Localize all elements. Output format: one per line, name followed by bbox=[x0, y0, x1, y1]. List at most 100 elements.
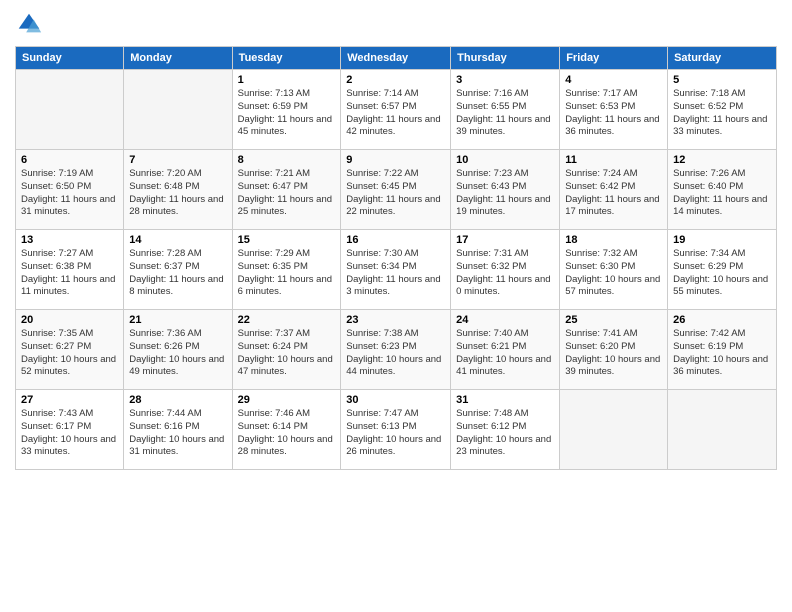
day-number: 16 bbox=[346, 234, 445, 246]
weekday-header-row: SundayMondayTuesdayWednesdayThursdayFrid… bbox=[16, 47, 777, 70]
calendar-cell: 7Sunrise: 7:20 AM Sunset: 6:48 PM Daylig… bbox=[124, 150, 232, 230]
day-info: Sunrise: 7:40 AM Sunset: 6:21 PM Dayligh… bbox=[456, 328, 554, 379]
calendar-week-row: 27 Sunrise: 7:43 AM Sunset: 6:17 PM Dayli… bbox=[16, 390, 777, 470]
calendar-cell: 29Sunrise: 7:46 AM Sunset: 6:14 PM Dayli… bbox=[232, 390, 341, 470]
day-info: Sunrise: 7:23 AM Sunset: 6:43 PM Dayligh… bbox=[456, 168, 554, 219]
calendar-cell: 8 Sunrise: 7:21 AM Sunset: 6:47 PM Daylig… bbox=[232, 150, 341, 230]
calendar-cell: 21 Sunrise: 7:36 AM Sunset: 6:26 PM Dayli… bbox=[124, 310, 232, 390]
day-number: 24 bbox=[456, 314, 554, 326]
calendar-cell: 11Sunrise: 7:24 AM Sunset: 6:42 PM Dayli… bbox=[560, 150, 668, 230]
calendar-cell: 17Sunrise: 7:31 AM Sunset: 6:32 PM Dayli… bbox=[451, 230, 560, 310]
day-number: 14 bbox=[129, 234, 226, 246]
calendar-week-row: 20 Sunrise: 7:35 AM Sunset: 6:27 PM Dayli… bbox=[16, 310, 777, 390]
calendar-cell: 16 Sunrise: 7:30 AM Sunset: 6:34 PM Dayli… bbox=[341, 230, 451, 310]
calendar-cell: 19 Sunrise: 7:34 AM Sunset: 6:29 PM Dayli… bbox=[668, 230, 777, 310]
day-info: Sunrise: 7:22 AM Sunset: 6:45 PM Dayligh… bbox=[346, 168, 445, 219]
day-number: 22 bbox=[238, 314, 336, 326]
day-info: Sunrise: 7:35 AM Sunset: 6:27 PM Dayligh… bbox=[21, 328, 118, 379]
calendar-cell: 22 Sunrise: 7:37 AM Sunset: 6:24 PM Dayli… bbox=[232, 310, 341, 390]
day-number: 13 bbox=[21, 234, 118, 246]
day-info: Sunrise: 7:28 AM Sunset: 6:37 PM Dayligh… bbox=[129, 248, 226, 299]
calendar-cell: 24 Sunrise: 7:40 AM Sunset: 6:21 PM Dayli… bbox=[451, 310, 560, 390]
day-info: Sunrise: 7:29 AM Sunset: 6:35 PM Dayligh… bbox=[238, 248, 336, 299]
calendar-week-row: 13 Sunrise: 7:27 AM Sunset: 6:38 PM Dayli… bbox=[16, 230, 777, 310]
day-number: 7 bbox=[129, 154, 226, 166]
day-info: Sunrise: 7:38 AM Sunset: 6:23 PM Dayligh… bbox=[346, 328, 445, 379]
day-number: 4 bbox=[565, 74, 662, 86]
day-info: Sunrise: 7:48 AM Sunset: 6:12 PM Dayligh… bbox=[456, 408, 554, 459]
day-info: Sunrise: 7:30 AM Sunset: 6:34 PM Dayligh… bbox=[346, 248, 445, 299]
calendar-cell: 27 Sunrise: 7:43 AM Sunset: 6:17 PM Dayli… bbox=[16, 390, 124, 470]
day-info: Sunrise: 7:36 AM Sunset: 6:26 PM Dayligh… bbox=[129, 328, 226, 379]
calendar-cell: 13 Sunrise: 7:27 AM Sunset: 6:38 PM Dayli… bbox=[16, 230, 124, 310]
calendar-cell: 2 Sunrise: 7:14 AM Sunset: 6:57 PM Daylig… bbox=[341, 70, 451, 150]
day-number: 27 bbox=[21, 394, 118, 406]
day-info: Sunrise: 7:44 AM Sunset: 6:16 PM Dayligh… bbox=[129, 408, 226, 459]
calendar-cell bbox=[560, 390, 668, 470]
calendar-week-row: 6 Sunrise: 7:19 AM Sunset: 6:50 PM Daylig… bbox=[16, 150, 777, 230]
day-info: Sunrise: 7:13 AM Sunset: 6:59 PM Dayligh… bbox=[238, 88, 336, 139]
calendar-cell: 6 Sunrise: 7:19 AM Sunset: 6:50 PM Daylig… bbox=[16, 150, 124, 230]
day-info: Sunrise: 7:16 AM Sunset: 6:55 PM Dayligh… bbox=[456, 88, 554, 139]
weekday-header: Wednesday bbox=[341, 47, 451, 70]
day-number: 25 bbox=[565, 314, 662, 326]
day-info: Sunrise: 7:37 AM Sunset: 6:24 PM Dayligh… bbox=[238, 328, 336, 379]
day-number: 2 bbox=[346, 74, 445, 86]
day-info: Sunrise: 7:27 AM Sunset: 6:38 PM Dayligh… bbox=[21, 248, 118, 299]
weekday-header: Saturday bbox=[668, 47, 777, 70]
calendar-cell: 30 Sunrise: 7:47 AM Sunset: 6:13 PM Dayli… bbox=[341, 390, 451, 470]
calendar-cell: 31 Sunrise: 7:48 AM Sunset: 6:12 PM Dayli… bbox=[451, 390, 560, 470]
day-number: 1 bbox=[238, 74, 336, 86]
header bbox=[15, 10, 777, 38]
day-info: Sunrise: 7:32 AM Sunset: 6:30 PM Dayligh… bbox=[565, 248, 662, 299]
day-info: Sunrise: 7:43 AM Sunset: 6:17 PM Dayligh… bbox=[21, 408, 118, 459]
day-info: Sunrise: 7:46 AM Sunset: 6:14 PM Dayligh… bbox=[238, 408, 336, 459]
calendar-cell: 10 Sunrise: 7:23 AM Sunset: 6:43 PM Dayli… bbox=[451, 150, 560, 230]
day-number: 15 bbox=[238, 234, 336, 246]
day-number: 10 bbox=[456, 154, 554, 166]
calendar-cell bbox=[668, 390, 777, 470]
day-info: Sunrise: 7:21 AM Sunset: 6:47 PM Dayligh… bbox=[238, 168, 336, 219]
day-number: 19 bbox=[673, 234, 771, 246]
day-number: 26 bbox=[673, 314, 771, 326]
calendar-cell: 5 Sunrise: 7:18 AM Sunset: 6:52 PM Daylig… bbox=[668, 70, 777, 150]
day-info: Sunrise: 7:24 AM Sunset: 6:42 PM Dayligh… bbox=[565, 168, 662, 219]
weekday-header: Friday bbox=[560, 47, 668, 70]
weekday-header: Sunday bbox=[16, 47, 124, 70]
calendar-week-row: 1 Sunrise: 7:13 AM Sunset: 6:59 PM Daylig… bbox=[16, 70, 777, 150]
calendar-cell: 9Sunrise: 7:22 AM Sunset: 6:45 PM Daylig… bbox=[341, 150, 451, 230]
calendar-cell: 14 Sunrise: 7:28 AM Sunset: 6:37 PM Dayli… bbox=[124, 230, 232, 310]
weekday-header: Thursday bbox=[451, 47, 560, 70]
calendar-cell bbox=[16, 70, 124, 150]
day-number: 12 bbox=[673, 154, 771, 166]
logo-icon bbox=[15, 10, 43, 38]
day-number: 23 bbox=[346, 314, 445, 326]
day-info: Sunrise: 7:34 AM Sunset: 6:29 PM Dayligh… bbox=[673, 248, 771, 299]
calendar-cell: 18 Sunrise: 7:32 AM Sunset: 6:30 PM Dayli… bbox=[560, 230, 668, 310]
calendar-cell: 23 Sunrise: 7:38 AM Sunset: 6:23 PM Dayli… bbox=[341, 310, 451, 390]
day-info: Sunrise: 7:47 AM Sunset: 6:13 PM Dayligh… bbox=[346, 408, 445, 459]
day-info: Sunrise: 7:19 AM Sunset: 6:50 PM Dayligh… bbox=[21, 168, 118, 219]
day-number: 31 bbox=[456, 394, 554, 406]
day-number: 30 bbox=[346, 394, 445, 406]
day-number: 20 bbox=[21, 314, 118, 326]
day-info: Sunrise: 7:41 AM Sunset: 6:20 PM Dayligh… bbox=[565, 328, 662, 379]
day-number: 18 bbox=[565, 234, 662, 246]
day-info: Sunrise: 7:14 AM Sunset: 6:57 PM Dayligh… bbox=[346, 88, 445, 139]
calendar-cell: 25 Sunrise: 7:41 AM Sunset: 6:20 PM Dayli… bbox=[560, 310, 668, 390]
day-number: 8 bbox=[238, 154, 336, 166]
calendar-table: SundayMondayTuesdayWednesdayThursdayFrid… bbox=[15, 46, 777, 470]
day-number: 6 bbox=[21, 154, 118, 166]
day-info: Sunrise: 7:18 AM Sunset: 6:52 PM Dayligh… bbox=[673, 88, 771, 139]
day-number: 21 bbox=[129, 314, 226, 326]
day-info: Sunrise: 7:26 AM Sunset: 6:40 PM Dayligh… bbox=[673, 168, 771, 219]
calendar-cell: 4Sunrise: 7:17 AM Sunset: 6:53 PM Daylig… bbox=[560, 70, 668, 150]
day-number: 5 bbox=[673, 74, 771, 86]
calendar-cell: 26Sunrise: 7:42 AM Sunset: 6:19 PM Dayli… bbox=[668, 310, 777, 390]
calendar-cell: 20 Sunrise: 7:35 AM Sunset: 6:27 PM Dayli… bbox=[16, 310, 124, 390]
calendar-cell bbox=[124, 70, 232, 150]
day-number: 28 bbox=[129, 394, 226, 406]
weekday-header: Monday bbox=[124, 47, 232, 70]
day-info: Sunrise: 7:31 AM Sunset: 6:32 PM Dayligh… bbox=[456, 248, 554, 299]
page-container: SundayMondayTuesdayWednesdayThursdayFrid… bbox=[0, 0, 792, 480]
